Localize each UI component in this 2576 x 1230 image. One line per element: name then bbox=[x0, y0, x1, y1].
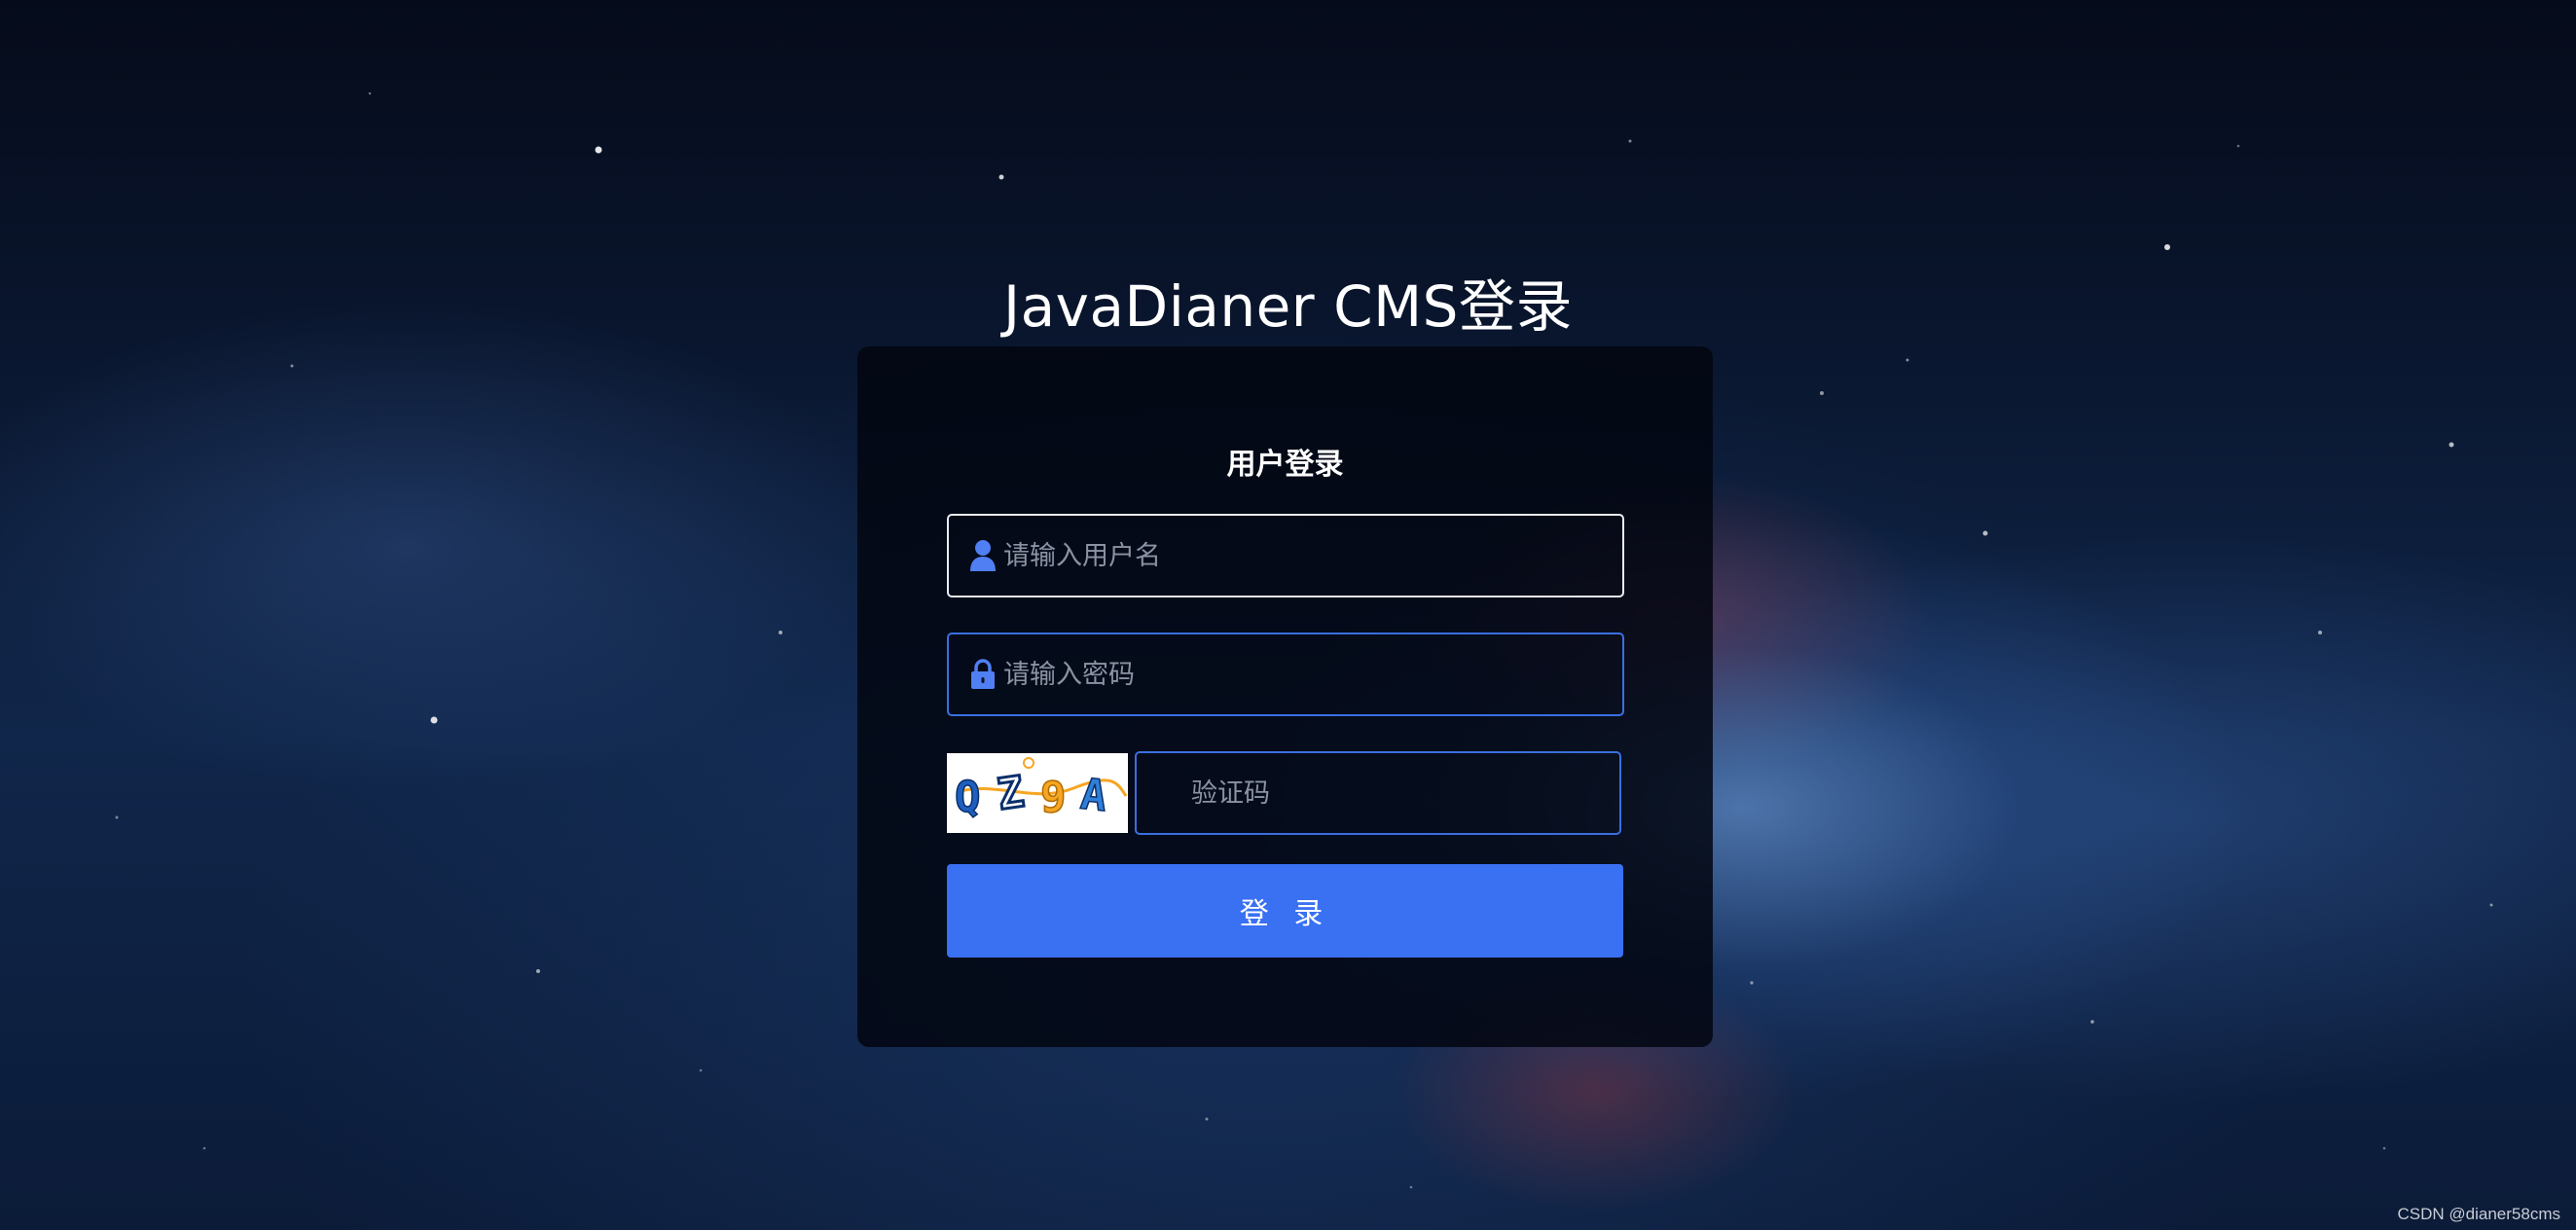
lock-icon bbox=[966, 657, 999, 692]
password-input[interactable] bbox=[999, 634, 1622, 714]
svg-text:A: A bbox=[1078, 770, 1109, 821]
login-heading: 用户登录 bbox=[1226, 448, 1344, 482]
login-card: 用户登录 Q Z 9 A bbox=[857, 346, 1713, 1047]
captcha-field[interactable] bbox=[1135, 751, 1621, 835]
captcha-image[interactable]: Q Z 9 A bbox=[947, 753, 1128, 833]
user-icon bbox=[966, 538, 999, 573]
username-input[interactable] bbox=[999, 516, 1622, 596]
svg-text:Q: Q bbox=[955, 773, 981, 822]
password-field[interactable] bbox=[947, 633, 1624, 716]
page-title: JavaDianer CMS登录 bbox=[1003, 273, 1573, 340]
svg-text:9: 9 bbox=[1040, 773, 1067, 822]
login-button[interactable]: 登 录 bbox=[947, 864, 1623, 958]
csdn-watermark: CSDN @dianer58cms bbox=[2397, 1205, 2560, 1223]
username-field[interactable] bbox=[947, 514, 1624, 597]
captcha-input[interactable] bbox=[1137, 753, 1619, 833]
